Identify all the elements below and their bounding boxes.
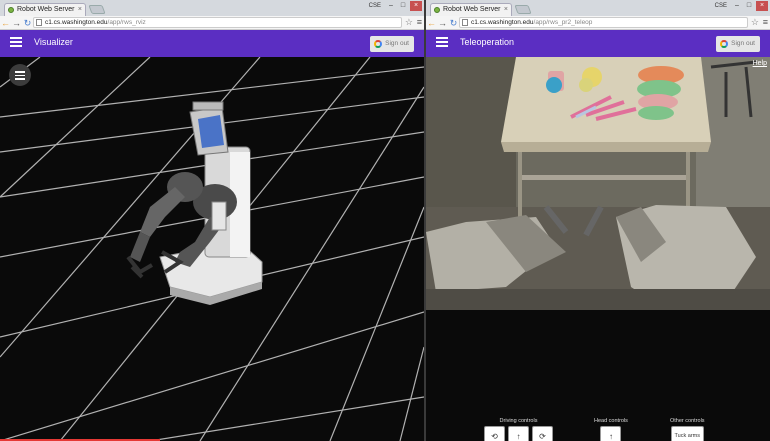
sign-out-button[interactable]: Sign out xyxy=(370,36,414,52)
profile-name[interactable]: CSE xyxy=(369,3,381,9)
tab-title: Robot Web Server xyxy=(443,6,501,13)
head-up-button[interactable]: ↑ xyxy=(600,426,622,441)
window-controls: CSE – □ × xyxy=(715,1,768,11)
back-arrow-icon[interactable]: ← xyxy=(0,16,11,30)
tab-close-icon[interactable]: × xyxy=(78,4,82,16)
other-controls: Other controls Tuck arms xyxy=(670,418,705,441)
hamburger-icon[interactable] xyxy=(436,37,448,49)
driving-controls: Driving controls ⟲ ↑ ⟳ xyxy=(484,418,553,441)
favicon-icon xyxy=(434,7,440,13)
app-toolbar: Teleoperation Sign out xyxy=(426,30,770,57)
3d-visualizer-canvas[interactable] xyxy=(0,57,424,441)
page-icon xyxy=(36,19,42,26)
sign-out-label: Sign out xyxy=(385,40,409,47)
app-toolbar: Visualizer Sign out xyxy=(0,30,424,57)
favicon-icon xyxy=(8,7,14,13)
address-bar: ← → ↻ c1.cs.washington.edu/app/rws_rviz … xyxy=(0,16,424,30)
new-tab-button[interactable] xyxy=(514,5,532,14)
browser-menu-icon[interactable]: ≡ xyxy=(417,17,422,27)
close-window-icon[interactable]: × xyxy=(410,1,422,11)
maximize-icon[interactable]: □ xyxy=(744,1,754,11)
head-controls-title: Head controls xyxy=(594,418,628,424)
browser-tab[interactable]: Robot Web Server × xyxy=(430,3,512,16)
refresh-icon[interactable]: ↻ xyxy=(448,16,459,30)
drive-forward-button[interactable]: ↑ xyxy=(508,426,529,441)
url-input[interactable]: c1.cs.washington.edu/app/rws_rviz xyxy=(33,17,402,28)
other-controls-title: Other controls xyxy=(670,418,705,424)
url-input[interactable]: c1.cs.washington.edu/app/rws_pr2_teleop xyxy=(459,17,748,28)
tab-strip: Robot Web Server × CSE – □ × xyxy=(426,0,770,16)
driving-controls-title: Driving controls xyxy=(499,418,538,424)
rotate-left-button[interactable]: ⟲ xyxy=(484,426,505,441)
app-title: Visualizer xyxy=(34,37,73,47)
page-icon xyxy=(462,19,468,26)
profile-name[interactable]: CSE xyxy=(715,3,727,9)
tab-title: Robot Web Server xyxy=(17,6,75,13)
bookmark-star-icon[interactable]: ☆ xyxy=(405,17,413,28)
google-icon xyxy=(720,40,729,48)
new-tab-button[interactable] xyxy=(88,5,106,14)
rotate-right-button[interactable]: ⟳ xyxy=(532,426,553,441)
bookmark-star-icon[interactable]: ☆ xyxy=(751,17,759,28)
address-bar: ← → ↻ c1.cs.washington.edu/app/rws_pr2_t… xyxy=(426,16,770,30)
app-title: Teleoperation xyxy=(460,37,515,47)
help-link[interactable]: Help xyxy=(753,60,767,67)
minimize-icon[interactable]: – xyxy=(732,1,742,11)
google-icon xyxy=(374,40,383,48)
teleop-area: Help Driving controls ⟲ ↑ ⟳ Head control… xyxy=(426,57,770,441)
window-controls: CSE – □ × xyxy=(369,1,422,11)
browser-menu-icon[interactable]: ≡ xyxy=(763,17,768,27)
browser-window-teleoperation: Robot Web Server × CSE – □ × ← → ↻ c1.cs… xyxy=(426,0,770,441)
pr2-robot-model xyxy=(126,101,263,305)
url-host: c1.cs.washington.edu xyxy=(471,19,534,26)
head-controls: Head controls ↑ xyxy=(594,418,628,441)
tuck-arms-button[interactable]: Tuck arms xyxy=(670,426,704,441)
maximize-icon[interactable]: □ xyxy=(398,1,408,11)
browser-tab[interactable]: Robot Web Server × xyxy=(4,3,86,16)
close-window-icon[interactable]: × xyxy=(756,1,768,11)
url-host: c1.cs.washington.edu xyxy=(45,19,108,26)
minimize-icon[interactable]: – xyxy=(386,1,396,11)
browser-window-visualizer: Robot Web Server × CSE – □ × ← → ↻ c1.cs… xyxy=(0,0,424,441)
forward-arrow-icon[interactable]: → xyxy=(11,16,22,30)
camera-feed[interactable] xyxy=(426,57,770,310)
tab-close-icon[interactable]: × xyxy=(504,4,508,16)
url-path: /app/rws_rviz xyxy=(107,19,146,26)
back-arrow-icon[interactable]: ← xyxy=(426,16,437,30)
url-path: /app/rws_pr2_teleop xyxy=(533,19,593,26)
sign-out-label: Sign out xyxy=(731,40,755,47)
visualizer-menu-button[interactable] xyxy=(9,64,31,86)
forward-arrow-icon[interactable]: → xyxy=(437,16,448,30)
refresh-icon[interactable]: ↻ xyxy=(22,16,33,30)
hamburger-icon[interactable] xyxy=(10,37,22,49)
sign-out-button[interactable]: Sign out xyxy=(716,36,760,52)
tab-strip: Robot Web Server × CSE – □ × xyxy=(0,0,424,16)
